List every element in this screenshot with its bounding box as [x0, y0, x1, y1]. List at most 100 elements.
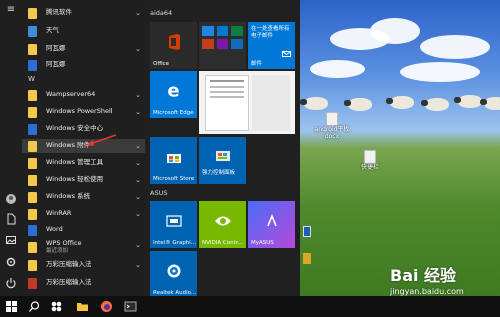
tile-realtek-audio[interactable]: Realtek Audio... — [150, 251, 197, 298]
folder-icon — [28, 208, 37, 220]
windows-start-icon[interactable] — [5, 300, 18, 313]
app-icon-grid — [202, 26, 243, 49]
folder-icon — [28, 157, 37, 169]
desktop-file-android[interactable]: android平板docx — [310, 112, 354, 141]
app-label: 万彩压缩输入法 — [46, 260, 92, 269]
app-item[interactable]: 腾讯软件 ⌄ — [22, 6, 145, 20]
menu-icon[interactable]: ≡ — [5, 4, 17, 16]
app-label: 腾讯软件 — [46, 8, 72, 17]
store-icon — [166, 150, 182, 164]
app-label: 天气 — [46, 26, 59, 35]
app-label: Windows PowerShell — [46, 107, 113, 116]
app-icon — [28, 59, 37, 71]
folder-icon — [28, 106, 37, 118]
app-label: WinRAR — [46, 209, 72, 218]
chevron-down-icon: ⌄ — [135, 91, 141, 99]
tile-intel-graphics[interactable]: Intel® Graphi... — [150, 201, 197, 248]
mail-icon — [282, 51, 291, 57]
document-icon — [326, 112, 338, 126]
chevron-down-icon: ⌄ — [135, 45, 141, 53]
onenote-icon — [216, 39, 229, 49]
cloud — [400, 62, 480, 82]
cloud — [370, 18, 420, 44]
cloud — [420, 35, 490, 59]
excel-icon — [231, 26, 243, 36]
firefox-icon[interactable] — [100, 300, 113, 313]
folder-icon — [28, 43, 37, 55]
tiles-area: aida64 Office 在一处查看所有电子邮件 邮件 e Microsoft… — [145, 0, 300, 298]
recently-added-badge: 最近添加 — [46, 247, 69, 254]
search-icon[interactable] — [28, 300, 41, 313]
watermark-site: jingyan.baidu.com — [390, 287, 464, 296]
folder-icon[interactable] — [76, 300, 89, 313]
desktop-file-shortcut[interactable]: 快捷栏 — [348, 150, 392, 172]
folder-icon[interactable] — [303, 253, 311, 264]
pictures-icon[interactable] — [5, 234, 17, 246]
document-icon[interactable] — [5, 213, 17, 225]
folder-icon — [28, 89, 37, 101]
app-label: Wampserver64 — [46, 90, 96, 99]
mail-tile-text: 在一处查看所有电子邮件 — [251, 26, 290, 39]
tile-control-panel[interactable]: 强力控制面板 — [199, 137, 246, 184]
start-rail: ≡ — [0, 0, 22, 296]
power-icon[interactable] — [5, 277, 17, 289]
document-icon — [364, 150, 376, 164]
taskbar — [0, 296, 500, 317]
word-icon — [28, 224, 37, 236]
weather-icon — [28, 25, 37, 37]
app-list[interactable]: 腾讯软件 ⌄ 天气 阿瓦娜 ⌄ 阿瓦娜 W Wampserver64 ⌄ Win… — [22, 0, 145, 296]
tile-edge[interactable]: e Microsoft Edge — [150, 71, 197, 118]
app-label: Word — [46, 225, 63, 234]
sheep — [344, 98, 372, 111]
letter-header-w[interactable]: W — [28, 75, 35, 83]
app-item-input-method-2[interactable]: 万彩压缩输入法 — [22, 276, 145, 290]
desktop-file-label: 快捷栏 — [360, 164, 379, 171]
tile-group-header: ASUS — [150, 189, 168, 197]
app-label: Windows 轻松使用 — [46, 175, 104, 184]
tile-office-apps-group[interactable] — [199, 22, 246, 69]
chevron-down-icon: ⌄ — [135, 261, 141, 269]
app-item-input-method[interactable]: 万彩压缩输入法 ⌄ — [22, 258, 145, 272]
sheep — [480, 97, 500, 110]
tile-mail[interactable]: 在一处查看所有电子邮件 邮件 — [248, 22, 295, 69]
chevron-down-icon: ⌄ — [135, 159, 141, 167]
tile-office[interactable]: Office — [150, 22, 197, 69]
tile-store[interactable]: Microsoft Store — [150, 137, 197, 184]
tile-label: Microsoft Edge — [153, 110, 194, 116]
app-label: 阿瓦娜 — [46, 44, 66, 53]
watermark-brand: Bai 经验 — [390, 266, 457, 285]
user-icon[interactable] — [5, 193, 17, 205]
chevron-down-icon: ⌄ — [135, 108, 141, 116]
app-item-word[interactable]: Word — [22, 223, 145, 237]
folder-icon — [28, 140, 37, 152]
cloud — [310, 60, 365, 78]
terminal-icon[interactable] — [124, 300, 137, 313]
app-item-winrar[interactable]: WinRAR ⌄ — [22, 207, 145, 221]
tile-label: Intel® Graphi... — [153, 240, 197, 246]
edge-icon: e — [167, 80, 180, 102]
app-item-admin-tools[interactable]: Windows 管理工具 ⌄ — [22, 156, 145, 170]
settings-icon[interactable] — [5, 256, 17, 268]
chevron-down-icon: ⌄ — [135, 176, 141, 184]
app-item[interactable]: 天气 — [22, 24, 145, 38]
app-item-wps[interactable]: WPS Office 最近添加 ⌄ — [22, 238, 145, 256]
sheep — [421, 98, 449, 111]
task-view-icon[interactable] — [50, 300, 63, 313]
sheep — [300, 97, 328, 110]
tile-nvidia[interactable]: NVIDIA Contr... — [199, 201, 246, 248]
word-file-icon[interactable] — [303, 226, 311, 237]
app-item-wampserver[interactable]: Wampserver64 ⌄ — [22, 88, 145, 102]
app-item-ease-of-access[interactable]: Windows 轻松使用 ⌄ — [22, 173, 145, 187]
tile-label: NVIDIA Contr... — [202, 240, 243, 246]
app-label: 万彩压缩输入法 — [46, 278, 92, 287]
app-item[interactable]: 阿瓦娜 — [22, 58, 145, 72]
app-item-system[interactable]: Windows 系统 ⌄ — [22, 190, 145, 204]
office-icon — [166, 33, 182, 51]
tile-label: 邮件 — [251, 61, 263, 67]
tile-photos-preview[interactable] — [199, 71, 295, 134]
tile-label: MyASUS — [251, 240, 274, 246]
app-label: Windows 安全中心 — [46, 124, 104, 133]
app-item[interactable]: 阿瓦娜 ⌄ — [22, 42, 145, 56]
tile-myasus[interactable]: MyASUS — [248, 201, 295, 248]
app-item-powershell[interactable]: Windows PowerShell ⌄ — [22, 105, 145, 119]
